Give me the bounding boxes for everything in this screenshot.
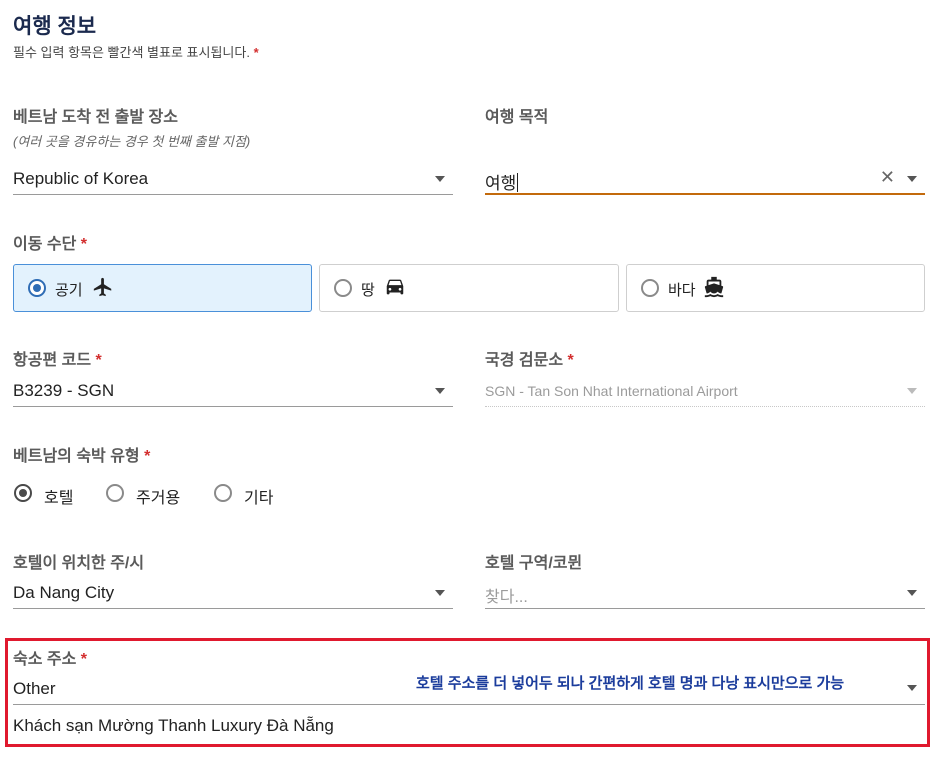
departure-label: 베트남 도착 전 출발 장소 <box>13 109 178 126</box>
page-title: 여행 정보 <box>13 15 97 38</box>
checkpoint-label-text: 국경 검문소 <box>485 352 564 369</box>
district-placeholder: 찾다... <box>485 589 528 606</box>
required-asterisk: * <box>567 352 574 369</box>
required-note-text: 필수 입력 항목은 빨간색 별표로 표시됩니다. <box>13 45 250 60</box>
transport-label: 이동 수단 * <box>13 230 87 254</box>
radio-sea[interactable] <box>641 279 659 297</box>
flight-select[interactable]: B3239 - SGN <box>13 375 453 407</box>
district-select[interactable]: 찾다... <box>485 577 925 609</box>
address-text-input[interactable]: Khách sạn Mường Thanh Luxury Đà Nẵng <box>13 716 334 736</box>
departure-select[interactable]: Republic of Korea <box>13 163 453 195</box>
chevron-down-icon <box>907 388 917 394</box>
transport-option-label: 바다 <box>668 282 696 299</box>
required-asterisk: * <box>253 45 259 60</box>
checkpoint-label: 국경 검문소 * <box>485 346 574 370</box>
required-asterisk: * <box>80 651 88 668</box>
clear-icon[interactable]: ✕ <box>880 167 895 188</box>
radio-air[interactable] <box>28 279 46 297</box>
flight-value: B3239 - SGN <box>13 381 115 400</box>
purpose-value: 여행 <box>485 174 517 193</box>
flight-label-text: 항공편 코드 <box>13 352 92 369</box>
required-asterisk: * <box>80 236 88 253</box>
checkpoint-value: SGN - Tan Son Nhat International Airport <box>485 383 738 399</box>
province-value: Da Nang City <box>13 583 115 602</box>
departure-value: Republic of Korea <box>13 169 149 188</box>
flight-label: 항공편 코드 * <box>13 346 102 370</box>
province-label: 호텔이 위치한 주/시 <box>13 555 145 572</box>
transport-option-label: 공기 <box>55 282 83 299</box>
transport-label-text: 이동 수단 <box>13 236 77 253</box>
chevron-down-icon[interactable] <box>907 176 917 182</box>
purpose-input[interactable]: 여행 ✕ <box>485 163 925 195</box>
radio-hotel-label[interactable]: 호텔 <box>44 484 73 508</box>
transport-option-label: 땅 <box>361 282 375 299</box>
province-select[interactable]: Da Nang City <box>13 577 453 609</box>
transport-option-sea[interactable]: 바다 <box>626 264 925 312</box>
ship-icon <box>703 276 725 303</box>
purpose-label: 여행 목적 <box>485 109 549 126</box>
radio-other[interactable] <box>214 484 232 502</box>
address-label-text: 숙소 주소 <box>13 651 77 668</box>
airplane-icon <box>92 276 114 303</box>
address-select-value: Other <box>13 679 56 698</box>
radio-other-label[interactable]: 기타 <box>244 484 273 508</box>
transport-option-land[interactable]: 땅 <box>319 264 619 312</box>
radio-residential[interactable] <box>106 484 124 502</box>
chevron-down-icon[interactable] <box>907 685 917 691</box>
chevron-down-icon[interactable] <box>435 176 445 182</box>
radio-residential-label[interactable]: 주거용 <box>136 484 180 508</box>
radio-hotel[interactable] <box>14 484 32 502</box>
checkpoint-select: SGN - Tan Son Nhat International Airport <box>485 375 925 407</box>
car-icon <box>384 276 406 303</box>
district-label: 호텔 구역/코뮌 <box>485 555 583 572</box>
chevron-down-icon[interactable] <box>907 590 917 596</box>
radio-land[interactable] <box>334 279 352 297</box>
address-label: 숙소 주소 * <box>13 645 87 669</box>
required-note: 필수 입력 항목은 빨간색 별표로 표시됩니다. * <box>13 42 259 61</box>
required-asterisk: * <box>95 352 102 369</box>
chevron-down-icon[interactable] <box>435 388 445 394</box>
chevron-down-icon[interactable] <box>435 590 445 596</box>
text-cursor <box>517 173 519 192</box>
departure-hint: (여러 곳을 경유하는 경우 첫 번째 출발 지점) <box>13 134 251 149</box>
accommodation-type-label-text: 베트남의 숙박 유형 <box>13 448 140 465</box>
annotation-note: 호텔 주소를 더 넣어두 되나 간편하게 호텔 명과 다낭 표시만으로 가능 <box>416 675 845 692</box>
accommodation-type-label: 베트남의 숙박 유형 * <box>13 442 150 466</box>
required-asterisk: * <box>144 448 151 465</box>
transport-option-air[interactable]: 공기 <box>13 264 312 312</box>
